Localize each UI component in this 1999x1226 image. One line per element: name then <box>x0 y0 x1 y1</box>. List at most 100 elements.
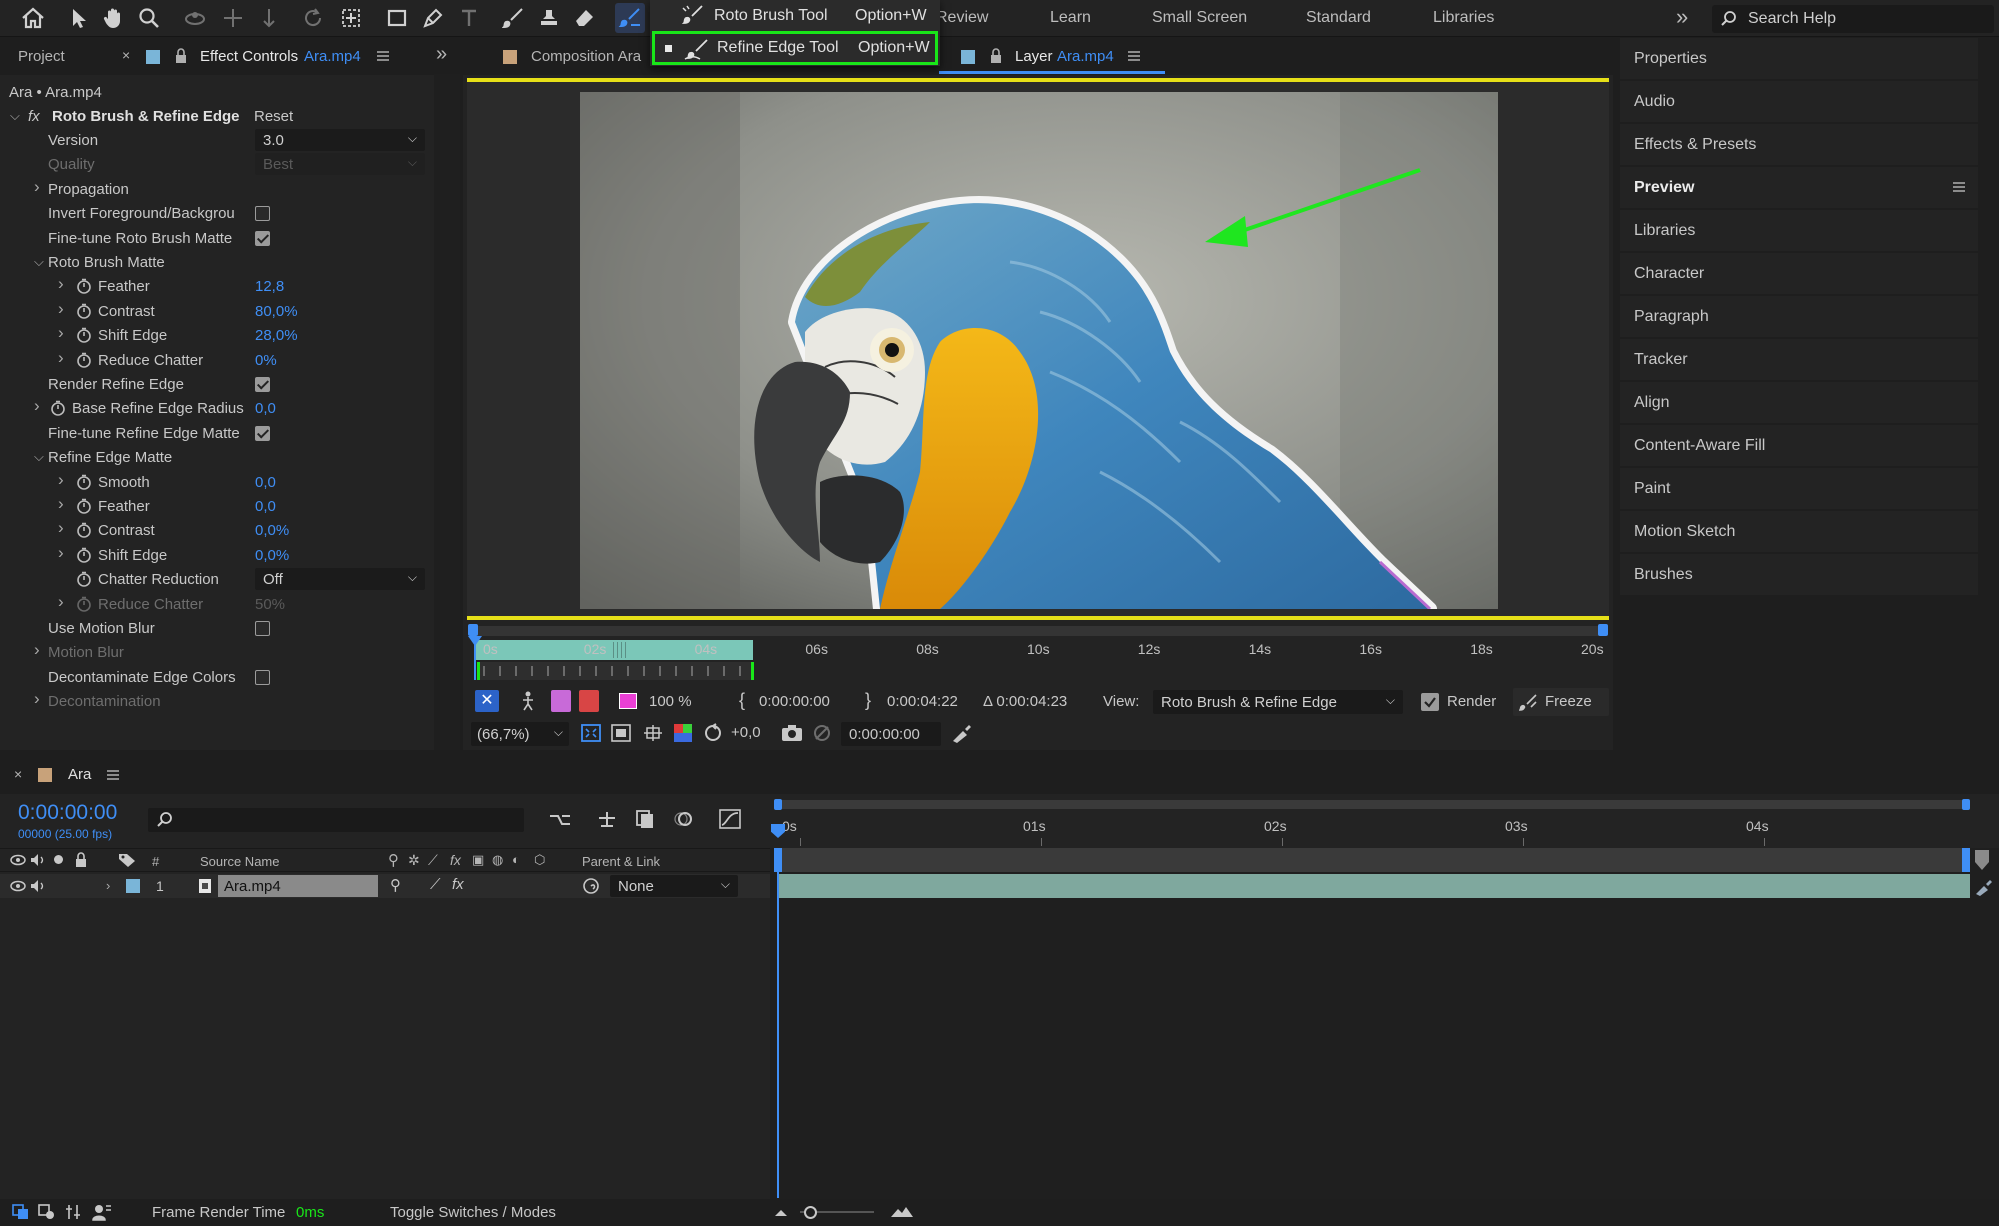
zoom-out-icon[interactable] <box>774 1206 788 1218</box>
panel-effects-presets[interactable]: Effects & Presets <box>1620 124 1978 165</box>
chevron-right-icon[interactable]: › <box>34 640 40 660</box>
effect-property-row[interactable]: Render Refine Edge <box>0 372 430 396</box>
effect-property-row[interactable]: Quality Best ⌵ <box>0 152 430 176</box>
overlay-opacity[interactable]: 100 % <box>649 693 692 710</box>
safe-margins-icon[interactable] <box>611 724 631 742</box>
zoom-tool-icon[interactable] <box>134 3 164 33</box>
effect-property-row[interactable]: › Feather 12,8 <box>0 274 430 298</box>
pickwhip-icon[interactable] <box>582 877 600 895</box>
work-area-bar[interactable] <box>467 616 1609 620</box>
menu-item-refine-edge-tool[interactable]: Refine Edge Tool Option+W <box>652 31 938 65</box>
property-checkbox[interactable] <box>255 669 270 685</box>
brush-tool-icon[interactable] <box>498 3 528 33</box>
stopwatch-icon[interactable] <box>76 522 92 539</box>
effect-property-row[interactable]: ⌵ Roto Brush Matte <box>0 250 430 274</box>
panel-tracker[interactable]: Tracker <box>1620 339 1978 380</box>
panel-paint[interactable]: Paint <box>1620 468 1978 509</box>
chevron-right-icon[interactable]: › <box>34 396 40 416</box>
roto-brush-tool-icon[interactable] <box>615 3 645 33</box>
timeline-zoom-slider[interactable] <box>804 1206 817 1219</box>
effect-property-row[interactable]: Decontaminate Edge Colors <box>0 665 430 689</box>
transfer-controls-icon[interactable] <box>64 1203 82 1221</box>
work-area-track[interactable] <box>774 848 1970 872</box>
effect-property-row[interactable]: › Shift Edge 28,0% <box>0 323 430 347</box>
snapshot-icon[interactable] <box>781 724 803 742</box>
hand-tool-icon[interactable] <box>98 3 128 33</box>
dolly-camera-icon[interactable] <box>254 3 284 33</box>
col-source-name[interactable]: Source Name <box>200 854 279 869</box>
property-dropdown[interactable]: Best ⌵ <box>255 153 425 176</box>
property-dropdown[interactable]: 3.0 ⌵ <box>255 129 425 151</box>
work-area-end[interactable] <box>1962 848 1970 872</box>
panel-overflow-button[interactable]: » <box>436 43 447 66</box>
out-point-icon[interactable]: } <box>865 690 871 711</box>
property-checkbox[interactable] <box>255 206 270 222</box>
property-value[interactable]: 0,0% <box>255 547 289 564</box>
tab-project[interactable]: Project <box>18 48 65 65</box>
panel-preview[interactable]: Preview <box>1620 167 1978 208</box>
layer-duration-bar[interactable] <box>778 874 1970 898</box>
effect-property-row[interactable]: › Shift Edge 0,0% <box>0 543 430 567</box>
stopwatch-icon[interactable] <box>76 498 92 514</box>
rotation-tool-icon[interactable] <box>298 3 328 33</box>
time-in[interactable]: 0:00:00:00 <box>759 693 830 710</box>
search-help-input[interactable]: Search Help <box>1712 5 1994 33</box>
chevron-down-icon[interactable]: ⌵ <box>10 108 20 124</box>
panel-content-aware-fill[interactable]: Content-Aware Fill <box>1620 425 1978 466</box>
fit-to-window-icon[interactable] <box>581 724 601 742</box>
workspace-standard[interactable]: Standard <box>1306 9 1371 27</box>
graph-editor-icon[interactable] <box>718 808 742 830</box>
layer-switches-icon[interactable] <box>38 1204 56 1220</box>
layer-quality-switch[interactable]: ⟋ <box>430 876 441 893</box>
clone-stamp-icon[interactable] <box>534 3 564 33</box>
timeline-search-input[interactable] <box>148 808 524 832</box>
chevron-right-icon[interactable]: › <box>58 518 64 538</box>
layer-effects-switch[interactable]: fx <box>452 876 464 893</box>
in-point-icon[interactable]: { <box>739 690 745 711</box>
property-value[interactable]: 0,0 <box>255 474 276 491</box>
parent-link-dropdown[interactable]: None ⌵ <box>610 875 738 897</box>
home-icon[interactable] <box>18 3 48 33</box>
tab-timeline-ara[interactable]: Ara <box>68 766 91 783</box>
property-dropdown[interactable]: Off ⌵ <box>255 568 425 591</box>
workspace-learn[interactable]: Learn <box>1050 9 1091 27</box>
property-checkbox[interactable] <box>255 425 270 441</box>
alpha-channel-icon[interactable] <box>521 691 535 711</box>
layer-time-ruler[interactable]: 0s 02s 04s 06s 08s 10s 12s 14s 16s 18s 20s <box>467 622 1609 684</box>
close-icon[interactable]: × <box>14 766 22 782</box>
time-out[interactable]: 0:00:04:22 <box>887 693 958 710</box>
chevron-right-icon[interactable]: › <box>58 274 64 294</box>
timeline-playhead[interactable] <box>777 848 779 1198</box>
lock-icon[interactable] <box>989 48 1003 64</box>
type-tool-icon[interactable] <box>454 3 484 33</box>
effect-property-row[interactable]: › Smooth 0,0 <box>0 470 430 494</box>
stopwatch-icon[interactable] <box>76 596 92 612</box>
magnification-dropdown[interactable]: (66,7%) ⌵ <box>471 722 569 746</box>
timeline-navigator[interactable] <box>774 800 1970 809</box>
workspace-libraries[interactable]: Libraries <box>1433 9 1494 27</box>
speaker-icon[interactable] <box>30 879 46 893</box>
toggle-switches-modes-button[interactable]: Toggle Switches / Modes <box>390 1204 556 1221</box>
property-value[interactable]: 80,0% <box>255 303 298 320</box>
freeze-button[interactable]: Freeze <box>1513 688 1609 716</box>
panel-libraries[interactable]: Libraries <box>1620 210 1978 251</box>
workspace-overflow-button[interactable]: » <box>1676 4 1688 30</box>
chevron-right-icon[interactable]: › <box>34 689 40 709</box>
ruler-start-handle[interactable] <box>468 624 478 636</box>
effect-property-row[interactable]: › Decontamination <box>0 689 430 713</box>
ruler-end-handle[interactable] <box>1598 624 1608 636</box>
effect-property-row[interactable]: › Reduce Chatter 0% <box>0 348 430 372</box>
panel-menu-icon[interactable] <box>106 769 120 781</box>
chevron-down-icon[interactable]: ⌵ <box>34 449 44 465</box>
grid-guides-icon[interactable] <box>643 724 663 742</box>
effect-property-row[interactable]: Version 3.0 ⌵ <box>0 128 430 152</box>
chevron-right-icon[interactable]: › <box>58 494 64 514</box>
reset-button[interactable]: Reset <box>254 108 293 125</box>
panel-paragraph[interactable]: Paragraph <box>1620 296 1978 337</box>
property-checkbox[interactable] <box>255 377 270 392</box>
stopwatch-icon[interactable] <box>76 278 92 295</box>
tab-effect-controls[interactable]: Effect Controls <box>200 48 298 65</box>
stopwatch-icon[interactable] <box>76 571 92 587</box>
eraser-tool-icon[interactable] <box>570 3 600 33</box>
zoom-in-icon[interactable] <box>890 1203 914 1219</box>
